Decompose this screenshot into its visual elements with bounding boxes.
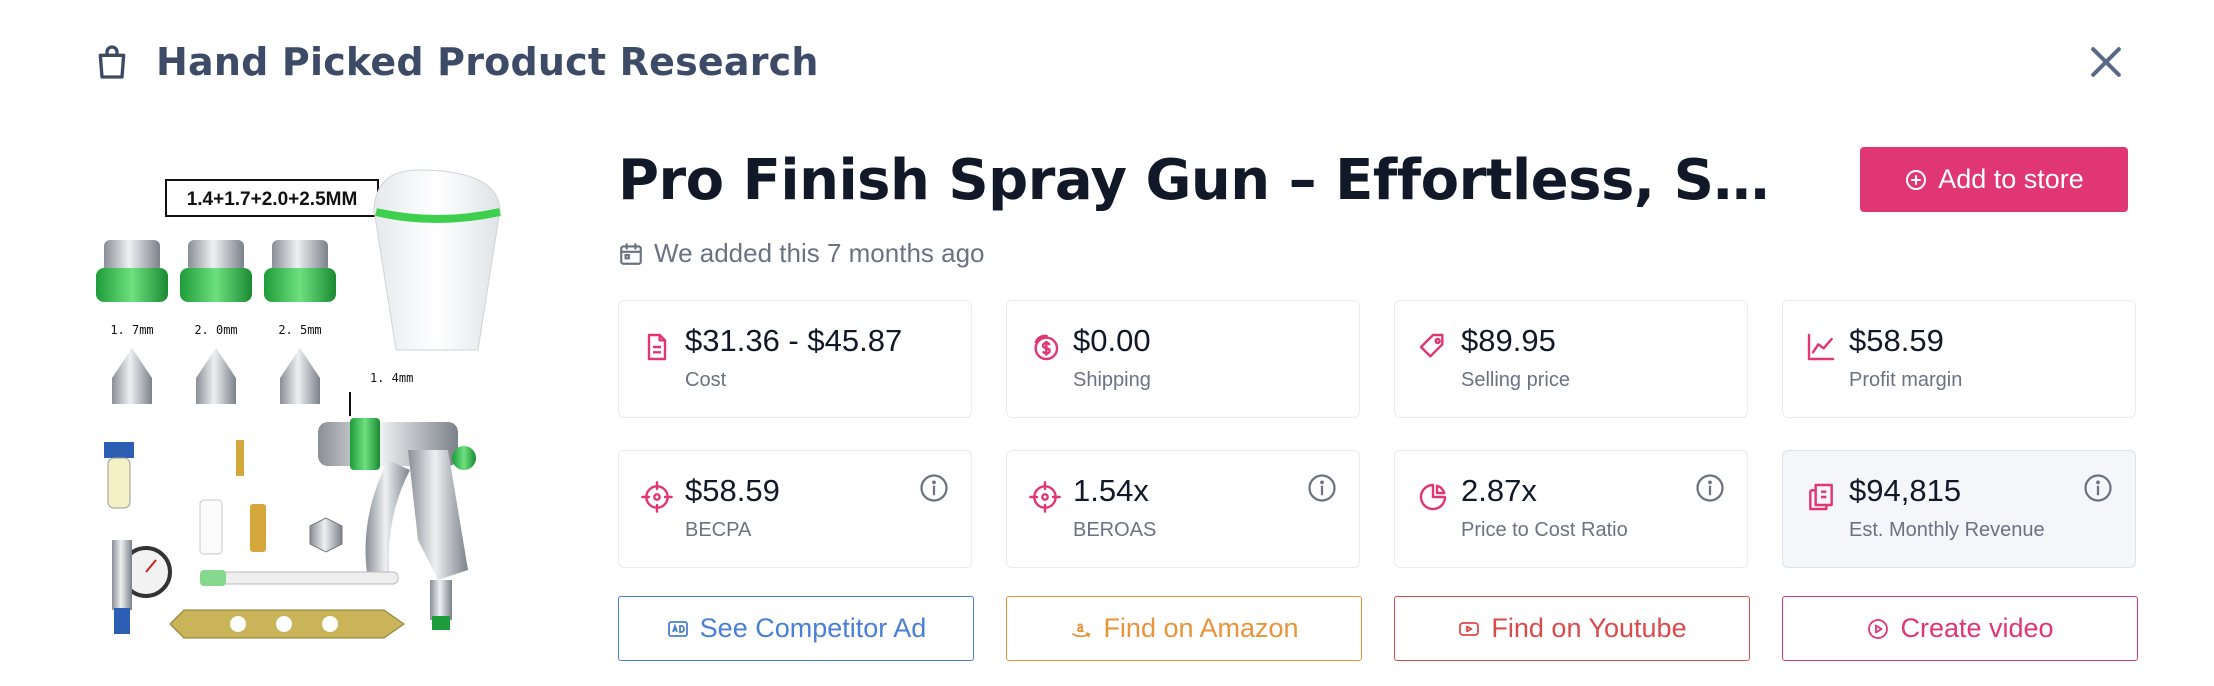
plus-circle-icon bbox=[1906, 169, 1927, 190]
metric-label: Est. Monthly Revenue bbox=[1849, 519, 2045, 541]
added-date: We added this 7 months ago bbox=[618, 238, 985, 269]
metric-card-profit-margin: $58.59 Profit margin bbox=[1782, 300, 2136, 418]
metric-card-cost: $31.36 - $45.87 Cost bbox=[618, 300, 972, 418]
image-size-label: 1.4+1.7+2.0+2.5MM bbox=[187, 189, 358, 210]
create-video-button[interactable]: Create video bbox=[1782, 596, 2138, 661]
pie-chart-icon bbox=[1419, 483, 1447, 511]
metric-card-price-to-cost: 2.87x Price to Cost Ratio bbox=[1394, 450, 1748, 568]
find-on-amazon-label: Find on Amazon bbox=[1103, 613, 1299, 643]
youtube-icon bbox=[1459, 621, 1480, 636]
line-chart-icon bbox=[1807, 333, 1835, 361]
close-icon[interactable] bbox=[2084, 40, 2128, 84]
svg-text:1. 4mm: 1. 4mm bbox=[370, 371, 413, 385]
coins-icon bbox=[1034, 334, 1059, 361]
metric-label: BECPA bbox=[685, 519, 752, 541]
ad-icon bbox=[667, 620, 688, 637]
metric-label: Cost bbox=[685, 369, 727, 391]
metric-label: Price to Cost Ratio bbox=[1461, 519, 1628, 541]
metric-value: $0.00 bbox=[1073, 323, 1151, 358]
find-on-youtube-button[interactable]: Find on Youtube bbox=[1394, 596, 1750, 661]
metric-value: $89.95 bbox=[1461, 323, 1556, 358]
metric-value: 2.87x bbox=[1461, 473, 1537, 508]
info-icon[interactable] bbox=[1695, 473, 1725, 503]
modal-title: Hand Picked Product Research bbox=[156, 40, 819, 84]
calendar-icon bbox=[620, 242, 642, 265]
create-video-label: Create video bbox=[1900, 613, 2054, 643]
svg-text:2. 0mm: 2. 0mm bbox=[194, 323, 237, 337]
info-icon[interactable] bbox=[919, 473, 949, 503]
price-tag-icon bbox=[1419, 333, 1444, 358]
product-image: 1.4+1.7+2.0+2.5MM 1. 7mm 2. 0mm 2. 5mm 1… bbox=[96, 169, 501, 639]
add-to-store-button[interactable]: Add to store bbox=[1860, 147, 2128, 212]
metric-card-beroas: 1.54x BEROAS bbox=[1006, 450, 1360, 568]
see-competitor-ad-button[interactable]: See Competitor Ad bbox=[618, 596, 974, 661]
crosshair-icon bbox=[1029, 481, 1061, 513]
metric-label: Shipping bbox=[1073, 369, 1151, 391]
metric-card-becpa: $58.59 BECPA bbox=[618, 450, 972, 568]
modal-header: Hand Picked Product Research bbox=[92, 40, 819, 84]
metric-card-monthly-revenue: $94,815 Est. Monthly Revenue bbox=[1782, 450, 2136, 568]
add-to-store-label: Add to store bbox=[1938, 164, 2084, 194]
product-title: Pro Finish Spray Gun – Effortless, Smo..… bbox=[618, 148, 1778, 213]
metric-label: BEROAS bbox=[1073, 519, 1157, 541]
metric-value: 1.54x bbox=[1073, 473, 1149, 508]
svg-text:1. 7mm: 1. 7mm bbox=[110, 323, 153, 337]
metric-label: Profit margin bbox=[1849, 369, 1963, 391]
amazon-icon bbox=[1072, 622, 1091, 637]
play-circle-icon bbox=[1868, 618, 1889, 639]
crosshair-icon bbox=[641, 481, 673, 513]
find-on-amazon-button[interactable]: Find on Amazon bbox=[1006, 596, 1362, 661]
info-icon[interactable] bbox=[2083, 473, 2113, 503]
shopping-bag-icon bbox=[98, 45, 126, 79]
svg-text:2. 5mm: 2. 5mm bbox=[278, 323, 321, 337]
metric-value: $58.59 bbox=[1849, 323, 1944, 358]
document-icon bbox=[647, 333, 667, 361]
metric-label: Selling price bbox=[1461, 369, 1570, 391]
metric-value: $31.36 - $45.87 bbox=[685, 323, 903, 358]
metric-card-selling-price: $89.95 Selling price bbox=[1394, 300, 1748, 418]
see-competitor-ad-label: See Competitor Ad bbox=[699, 613, 927, 643]
added-date-text: We added this 7 months ago bbox=[654, 238, 985, 268]
metric-value: $94,815 bbox=[1849, 473, 1962, 508]
receipt-icon bbox=[1809, 483, 1833, 511]
find-on-youtube-label: Find on Youtube bbox=[1491, 613, 1687, 643]
metric-card-shipping: $0.00 Shipping bbox=[1006, 300, 1360, 418]
metric-value: $58.59 bbox=[685, 473, 780, 508]
info-icon[interactable] bbox=[1307, 473, 1337, 503]
